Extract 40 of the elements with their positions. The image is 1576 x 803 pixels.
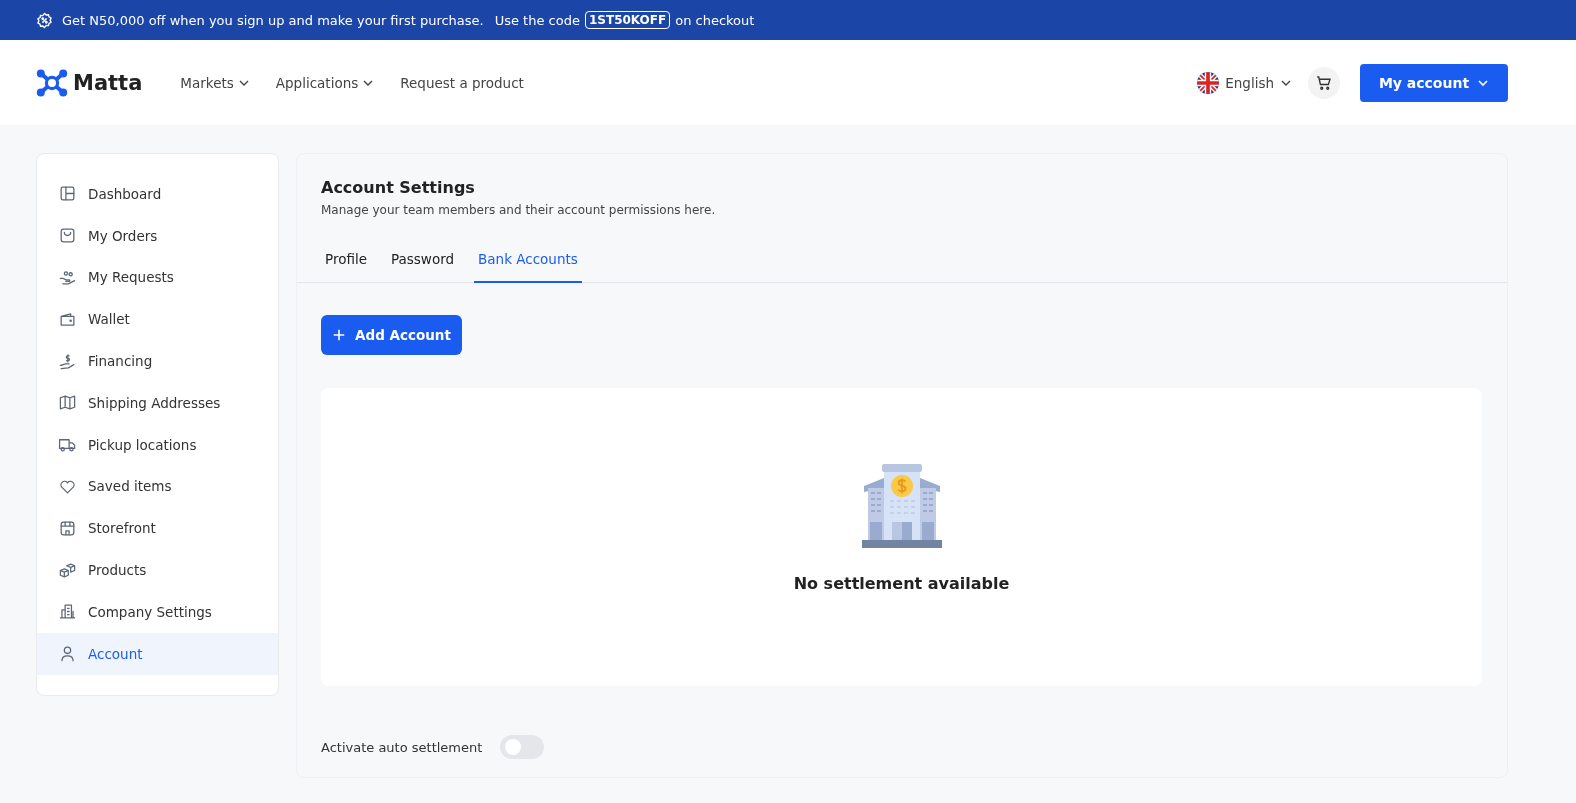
my-account-button[interactable]: My account (1360, 63, 1508, 102)
logo-icon (36, 67, 68, 98)
language-selector[interactable]: English (1197, 71, 1292, 94)
empty-message: No settlement available (793, 574, 1010, 593)
sidebar-item[interactable]: My Orders (37, 214, 278, 257)
dollar-hand-icon (58, 351, 77, 371)
sidebar-item[interactable]: Dashboard (37, 173, 278, 215)
promo-code-label: Use the code (494, 12, 580, 28)
user-icon (58, 644, 77, 664)
plus-icon (332, 328, 347, 342)
nav-link[interactable]: Applications (275, 74, 375, 91)
promo-code: 1ST50KOFF (584, 11, 671, 29)
hand-icon (58, 268, 77, 287)
add-account-button[interactable]: Add Account (321, 315, 462, 355)
discount-badge-icon (36, 11, 53, 29)
tab[interactable]: Profile (321, 251, 371, 283)
nav-link[interactable]: Markets (180, 74, 250, 91)
tab[interactable]: Bank Accounts (474, 251, 582, 283)
nav-link[interactable]: Request a product (400, 74, 524, 91)
sidebar-item[interactable]: Storefront (37, 507, 278, 550)
promo-text: Get N50,000 off when you sign up and make your first purchase. (62, 12, 484, 28)
cart-icon (1315, 73, 1333, 92)
sidebar-item[interactable]: Wallet (37, 298, 278, 341)
toggle-label: Activate auto settlement (321, 739, 483, 755)
promo-code-suffix: on checkout (675, 12, 755, 28)
flag-icon (1197, 71, 1220, 94)
auto-settlement-toggle[interactable] (500, 735, 545, 759)
sidebar-item[interactable]: Pickup locations (37, 423, 278, 466)
sidebar-item[interactable]: Account (37, 632, 278, 675)
tab[interactable]: Password (387, 251, 459, 283)
sidebar-item[interactable]: Shipping Addresses (37, 382, 278, 424)
sidebar-item[interactable]: My Requests (37, 256, 278, 299)
logo-text: Matta (73, 70, 143, 95)
cart-button[interactable] (1308, 66, 1340, 99)
sidebar-item[interactable]: Company Settings (37, 590, 278, 633)
page-title: Account Settings (321, 178, 476, 197)
page-subtitle: Manage your team members and their account permissions here. (321, 203, 717, 217)
sidebar-item[interactable]: Financing (37, 340, 278, 382)
sidebar-item[interactable]: Products (37, 549, 278, 591)
sidebar-item[interactable]: Saved items (37, 465, 278, 508)
